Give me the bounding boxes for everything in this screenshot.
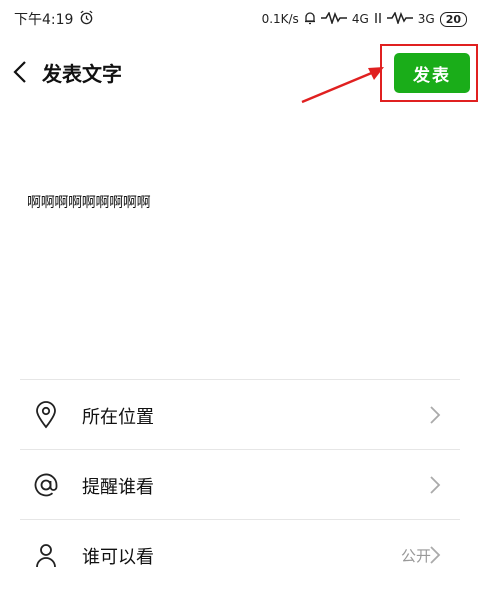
status-time: 下午4:19	[14, 12, 74, 28]
chevron-left-icon	[13, 61, 26, 83]
option-location[interactable]: 所在位置	[0, 381, 489, 449]
publish-button[interactable]: 发表	[394, 53, 470, 93]
bell-icon	[304, 11, 316, 28]
option-value: 公开	[400, 547, 431, 565]
divider	[20, 379, 460, 380]
divider	[20, 449, 460, 450]
status-bar: 下午4:19 0.1K/s 4G 3G 20	[0, 0, 489, 38]
chevron-right-icon	[428, 545, 442, 565]
option-mention[interactable]: 提醒谁看	[0, 451, 489, 519]
post-text-content[interactable]: 啊啊啊啊啊啊啊啊啊	[27, 192, 151, 212]
page-title: 发表文字	[42, 62, 122, 86]
net-speed: 0.1K/s	[261, 12, 299, 26]
network-type-1: 4G	[351, 12, 369, 26]
at-sign-icon	[32, 471, 60, 499]
network-type-2: 3G	[417, 12, 435, 26]
battery-indicator: 20	[439, 11, 467, 27]
chevron-right-icon	[428, 475, 442, 495]
data-arrows-icon	[374, 12, 382, 27]
person-icon	[32, 541, 60, 569]
status-right: 0.1K/s 4G 3G 20	[261, 10, 467, 28]
option-label: 所在位置	[82, 407, 154, 428]
signal-wave-icon	[320, 10, 347, 27]
header: 发表文字 发表	[0, 40, 489, 104]
status-left: 下午4:19	[14, 9, 94, 29]
alarm-icon	[79, 10, 94, 29]
option-label: 提醒谁看	[82, 477, 154, 498]
option-label: 谁可以看	[82, 547, 154, 568]
annotation-arrow	[301, 67, 384, 104]
location-pin-icon	[32, 401, 60, 429]
signal-wave-icon	[386, 10, 413, 27]
chevron-right-icon	[428, 405, 442, 425]
divider	[20, 519, 460, 520]
option-visibility[interactable]: 谁可以看 公开	[0, 521, 489, 589]
back-button[interactable]	[6, 54, 34, 90]
